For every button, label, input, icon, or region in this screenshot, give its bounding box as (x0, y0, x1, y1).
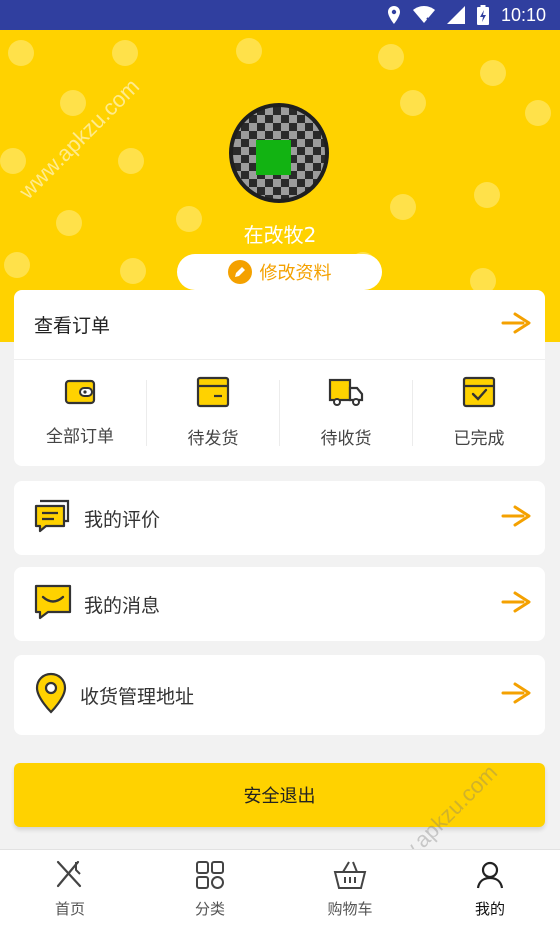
my-reviews-label: 我的评价 (84, 508, 161, 531)
pattern-smiley-icon (112, 40, 138, 66)
logout-button[interactable]: 安全退出 (14, 763, 545, 827)
user-icon (475, 860, 505, 894)
avatar[interactable] (229, 103, 329, 203)
location-pin-icon (34, 672, 68, 718)
status-bar: 10:10 (0, 0, 560, 30)
review-icon (34, 499, 72, 537)
order-completed-button[interactable]: 已完成 (412, 376, 545, 449)
my-messages-label: 我的消息 (84, 594, 161, 617)
done-box-icon (462, 376, 496, 412)
arrow-right-icon (501, 504, 533, 532)
tab-cart-label: 购物车 (327, 900, 373, 918)
location-icon (387, 6, 401, 24)
pattern-yen-icon (525, 100, 551, 126)
wallet-icon (64, 378, 96, 410)
pattern-pencil-icon (390, 194, 416, 220)
pattern-yen-icon (118, 148, 144, 174)
pattern-yen-icon (4, 252, 30, 278)
my-messages-row[interactable]: 我的消息 (14, 567, 545, 641)
tab-category-label: 分类 (194, 900, 225, 918)
username: 在改牧2 (243, 223, 317, 247)
order-to-receive-label: 待收货 (320, 429, 372, 449)
order-status-row: 全部订单 待发货 待收货 已完成 (14, 360, 545, 465)
edit-profile-label: 修改资料 (259, 263, 332, 284)
pattern-pencil-icon (120, 258, 146, 284)
order-completed-label: 已完成 (453, 429, 505, 449)
avatar-green-square (256, 140, 291, 175)
pattern-smiley-icon (474, 182, 500, 208)
order-all-label: 全部订单 (46, 427, 114, 447)
message-icon (34, 584, 72, 624)
signal-icon (446, 6, 465, 24)
order-to-receive-button[interactable]: 待收货 (279, 378, 412, 449)
clock: 10:10 (500, 4, 546, 25)
edit-profile-button[interactable]: 修改资料 (177, 254, 382, 290)
home-utensils-icon (54, 860, 86, 894)
pattern-yen-icon (400, 90, 426, 116)
orders-title: 查看订单 (34, 315, 111, 337)
arrow-right-icon (501, 681, 533, 709)
pattern-smiley-icon (480, 60, 506, 86)
pattern-smiley-icon (8, 40, 34, 66)
tab-home[interactable]: 首页 (0, 850, 140, 929)
arrow-right-icon (501, 311, 533, 339)
bottom-tab-bar: 首页 分类 购物车 我的 (0, 849, 560, 929)
pencil-icon (227, 260, 252, 284)
orders-card: 查看订单 全部订单 待发货 待收货 已完成 (14, 290, 545, 466)
view-orders-row[interactable]: 查看订单 (14, 290, 545, 360)
truck-icon (328, 376, 364, 412)
wifi-icon (412, 6, 435, 24)
pattern-smiley-icon (60, 90, 86, 116)
tab-mine-label: 我的 (474, 900, 505, 918)
category-grid-icon (195, 860, 225, 894)
shipping-address-label: 收货管理地址 (80, 685, 195, 708)
order-all-button[interactable]: 全部订单 (14, 378, 146, 447)
pattern-yen-icon (236, 38, 262, 64)
shipping-address-row[interactable]: 收货管理地址 (14, 655, 545, 735)
tab-cart[interactable]: 购物车 (280, 850, 420, 929)
battery-icon (476, 5, 489, 25)
tab-mine[interactable]: 我的 (420, 850, 560, 929)
tab-category[interactable]: 分类 (140, 850, 280, 929)
my-reviews-row[interactable]: 我的评价 (14, 481, 545, 555)
pattern-yen-icon (378, 44, 404, 70)
arrow-right-icon (501, 590, 533, 618)
order-to-ship-label: 待发货 (187, 429, 239, 449)
tab-home-label: 首页 (54, 900, 85, 918)
box-icon (196, 376, 230, 412)
cart-basket-icon (333, 860, 367, 894)
pattern-smiley-icon (0, 148, 26, 174)
order-to-ship-button[interactable]: 待发货 (146, 376, 279, 449)
